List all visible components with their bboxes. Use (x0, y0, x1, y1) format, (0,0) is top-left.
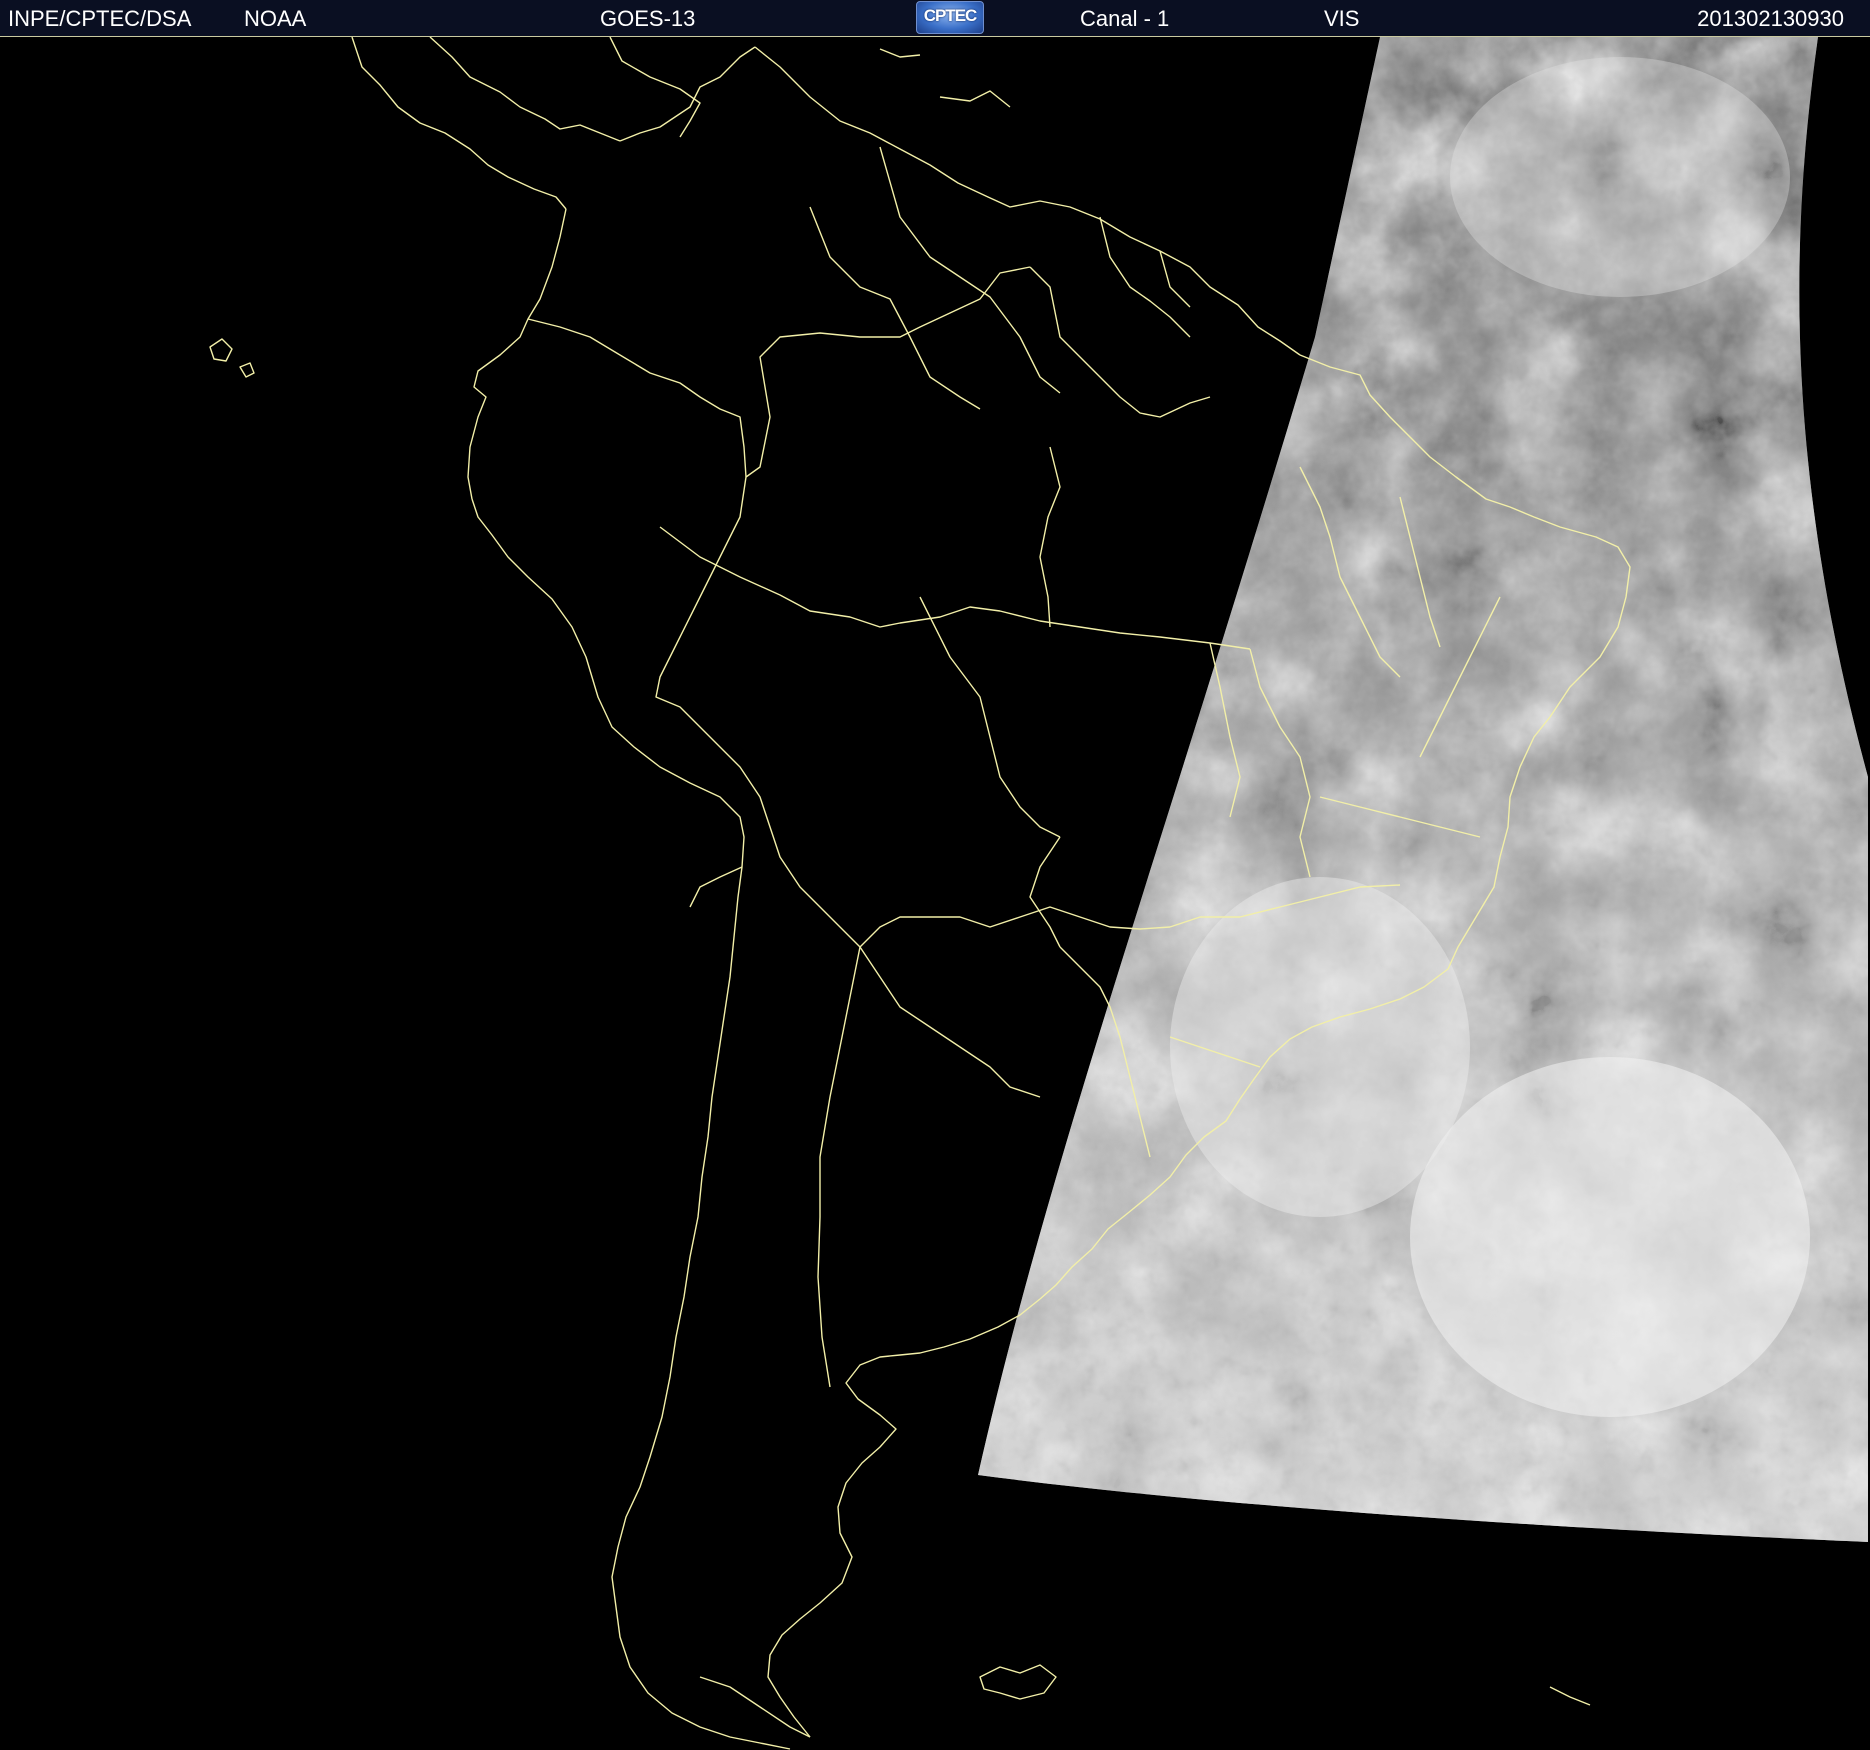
logo-text: CPTEC (923, 6, 978, 25)
cptec-logo: CPTEC (916, 1, 984, 34)
cloud-swath (978, 37, 1868, 1542)
image-header-bar: INPE/CPTEC/DSA NOAA GOES-13 CPTEC Canal … (0, 0, 1870, 37)
timestamp-label: 201302130930 (1697, 6, 1844, 31)
satellite-label: GOES-13 (600, 6, 696, 31)
organization-label: INPE/CPTEC/DSA (8, 6, 192, 31)
band-label: VIS (1324, 6, 1360, 31)
map-svg (209, 37, 1868, 1750)
channel-label: Canal - 1 (1080, 6, 1170, 31)
satellite-map (0, 37, 1870, 1750)
agency-label: NOAA (244, 6, 307, 31)
